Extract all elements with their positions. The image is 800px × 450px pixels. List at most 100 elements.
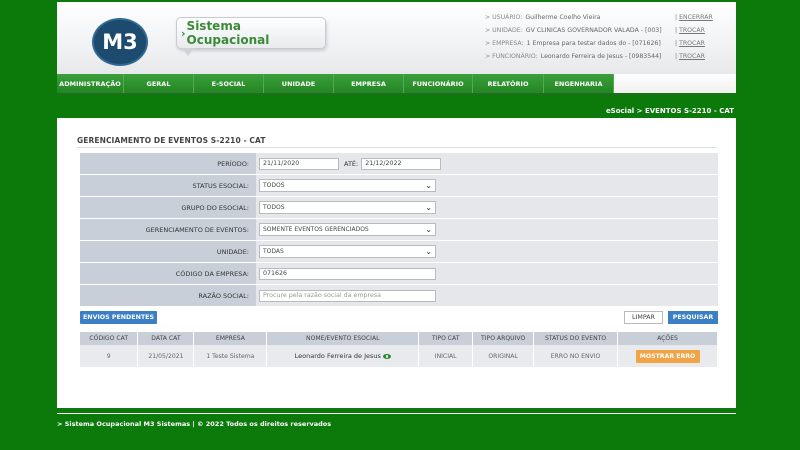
m3-logo: M3 [92, 18, 148, 66]
cell-nome: Leonardo Ferreira de Jesus [266, 345, 420, 367]
row-gerenciamento: GERENCIAMENTO DE EVENTOS: SOMENTE EVENTO… [80, 219, 718, 240]
unidade-field: TODAS ⌄ [256, 241, 718, 262]
codigo-label: CÓDIGO DA EMPRESA: [80, 263, 256, 284]
chevron-right-icon: › [181, 26, 186, 40]
gerenciamento-value: SOMENTE EVENTOS GERENCIADOS [263, 226, 369, 233]
col-tipo-cat: TIPO CAT [418, 332, 474, 345]
col-acoes: AÇÕES [617, 332, 718, 345]
periodo-label: PERÍODO: [80, 153, 256, 174]
info-value: GV CLÍNICAS GOVERNADOR VALADA - [003] [525, 27, 662, 34]
unidade-value: TODAS [263, 248, 284, 255]
cell-data: 21/05/2021 [137, 345, 195, 367]
cell-status: ERRO NO ENVIO [533, 345, 619, 367]
system-title: Sistema Ocupacional [186, 19, 270, 47]
col-status-evento: STATUS DO EVENTO [533, 332, 619, 345]
col-codigo-cat: CÓDIGO CAT [80, 332, 139, 345]
info-label: UNIDADE: [485, 27, 523, 34]
divider [77, 147, 717, 148]
info-value: Guilherme Coelho Vieira [525, 14, 601, 21]
row-periodo: PERÍODO: 21/11/2020 ATÉ: 21/12/2022 [80, 153, 718, 174]
info-unidade: UNIDADE: GV CLÍNICAS GOVERNADOR VALADA -… [485, 24, 735, 37]
grupo-value: TODOS [263, 204, 285, 211]
col-nome-evento: NOME/EVENTO ESOCIAL [266, 332, 420, 345]
filter-form: PERÍODO: 21/11/2020 ATÉ: 21/12/2022 STAT… [80, 153, 718, 307]
grupo-field: TODOS ⌄ [256, 197, 718, 218]
system-title-bubble: › Sistema Ocupacional [176, 17, 326, 49]
main-nav: ADMINISTRAÇÃO GERAL E-SOCIAL UNIDADE EMP… [57, 74, 736, 95]
col-data-cat: DATA CAT [137, 332, 195, 345]
razao-label: RAZÃO SOCIAL: [80, 285, 256, 306]
info-label: EMPRESA: [485, 40, 523, 47]
periodo-ate-input[interactable]: 21/12/2022 [361, 157, 442, 170]
col-empresa: EMPRESA [193, 332, 268, 345]
ate-label: ATÉ: [344, 159, 359, 168]
page-title: GERENCIAMENTO DE EVENTOS S-2210 - CAT [77, 136, 266, 145]
nav-empresa[interactable]: EMPRESA [334, 74, 404, 93]
status-value: TODOS [263, 182, 285, 189]
nav-geral[interactable]: GERAL [124, 74, 194, 93]
breadcrumb: eSocial > EVENTOS S-2210 - CAT [57, 104, 736, 118]
trocar-empresa-link[interactable]: TROCAR [675, 40, 735, 47]
unidade-select[interactable]: TODAS ⌄ [259, 245, 436, 258]
nav-tail [614, 74, 736, 93]
nav-unidade[interactable]: UNIDADE [264, 74, 334, 93]
user-info: USUÁRIO: Guilherme Coelho Vieira ENCERRA… [485, 11, 735, 63]
trocar-funcionario-link[interactable]: TROCAR [675, 53, 735, 60]
periodo-fields: 21/11/2020 ATÉ: 21/12/2022 [256, 153, 718, 174]
nav-administracao[interactable]: ADMINISTRAÇÃO [57, 74, 124, 93]
events-table: CÓDIGO CAT DATA CAT EMPRESA NOME/EVENTO … [80, 332, 718, 367]
cell-empresa: 1 Teste Sistema [193, 345, 268, 367]
page: M3 › Sistema Ocupacional USUÁRIO: Guilhe… [57, 0, 736, 450]
col-tipo-arquivo: TIPO ARQUIVO [472, 332, 535, 345]
nav-relatorio[interactable]: RELATÓRIO [473, 74, 544, 93]
gerenciamento-field: SOMENTE EVENTOS GERENCIADOS ⌄ [256, 219, 718, 240]
limpar-button[interactable]: LIMPAR [624, 311, 663, 324]
cell-tipo-cat: INICIAL [418, 345, 474, 367]
periodo-de-input[interactable]: 21/11/2020 [259, 157, 339, 170]
trocar-unidade-link[interactable]: TROCAR [675, 27, 735, 34]
nav-esocial[interactable]: E-SOCIAL [194, 74, 264, 93]
info-value: Leonardo Ferreira de Jesus - [0983544] [540, 53, 662, 60]
status-label: STATUS ESOCIAL: [80, 175, 256, 196]
status-select[interactable]: TODOS ⌄ [259, 179, 436, 192]
row-unidade: UNIDADE: TODAS ⌄ [80, 241, 718, 262]
info-value: 1 Empresa para testar dados do - [071626… [526, 40, 661, 47]
cell-acoes: MOSTRAR ERRO [617, 345, 718, 367]
cell-codigo: 9 [80, 345, 139, 367]
unidade-label: UNIDADE: [80, 241, 256, 262]
footer-divider [57, 413, 736, 414]
chevron-down-icon: ⌄ [425, 225, 432, 234]
cell-tipo-arquivo: ORIGINAL [472, 345, 535, 367]
nav-funcionario[interactable]: FUNCIONÁRIO [404, 74, 473, 93]
eye-icon[interactable] [382, 353, 391, 359]
grupo-label: GRUPO DO ESOCIAL: [80, 197, 256, 218]
status-field: TODOS ⌄ [256, 175, 718, 196]
footer: > Sistema Ocupacional M3 Sistemas | © 20… [57, 420, 332, 428]
razao-field: Procure pela razão social da empresa [256, 285, 718, 306]
table-header-row: CÓDIGO CAT DATA CAT EMPRESA NOME/EVENTO … [80, 332, 718, 345]
header: M3 › Sistema Ocupacional USUÁRIO: Guilhe… [57, 2, 736, 74]
grupo-select[interactable]: TODOS ⌄ [259, 201, 436, 214]
chevron-down-icon: ⌄ [425, 203, 432, 212]
row-codigo: CÓDIGO DA EMPRESA: 071626 [80, 263, 718, 284]
gerenciamento-select[interactable]: SOMENTE EVENTOS GERENCIADOS ⌄ [259, 223, 436, 236]
envios-pendentes-button[interactable]: ENVIOS PENDENTES [80, 311, 157, 324]
content-panel: GERENCIAMENTO DE EVENTOS S-2210 - CAT PE… [57, 118, 736, 408]
info-label: USUÁRIO: [485, 14, 522, 21]
chevron-down-icon: ⌄ [425, 247, 432, 256]
row-razao: RAZÃO SOCIAL: Procure pela razão social … [80, 285, 718, 306]
row-grupo: GRUPO DO ESOCIAL: TODOS ⌄ [80, 197, 718, 218]
codigo-empresa-input[interactable]: 071626 [259, 267, 436, 280]
employee-name: Leonardo Ferreira de Jesus [294, 352, 381, 360]
info-usuario: USUÁRIO: Guilherme Coelho Vieira ENCERRA… [485, 11, 735, 24]
nav-engenharia[interactable]: ENGENHARIA [544, 74, 614, 93]
razao-social-input[interactable]: Procure pela razão social da empresa [259, 289, 436, 302]
logo-text: M3 [102, 30, 138, 54]
encerrar-link[interactable]: ENCERRAR [675, 14, 735, 21]
info-empresa: EMPRESA: 1 Empresa para testar dados do … [485, 37, 735, 50]
codigo-field: 071626 [256, 263, 718, 284]
mostrar-erro-button[interactable]: MOSTRAR ERRO [635, 349, 700, 363]
chevron-down-icon: ⌄ [425, 181, 432, 190]
table-row: 9 21/05/2021 1 Teste Sistema Leonardo Fe… [80, 345, 718, 367]
pesquisar-button[interactable]: PESQUISAR [668, 311, 718, 324]
